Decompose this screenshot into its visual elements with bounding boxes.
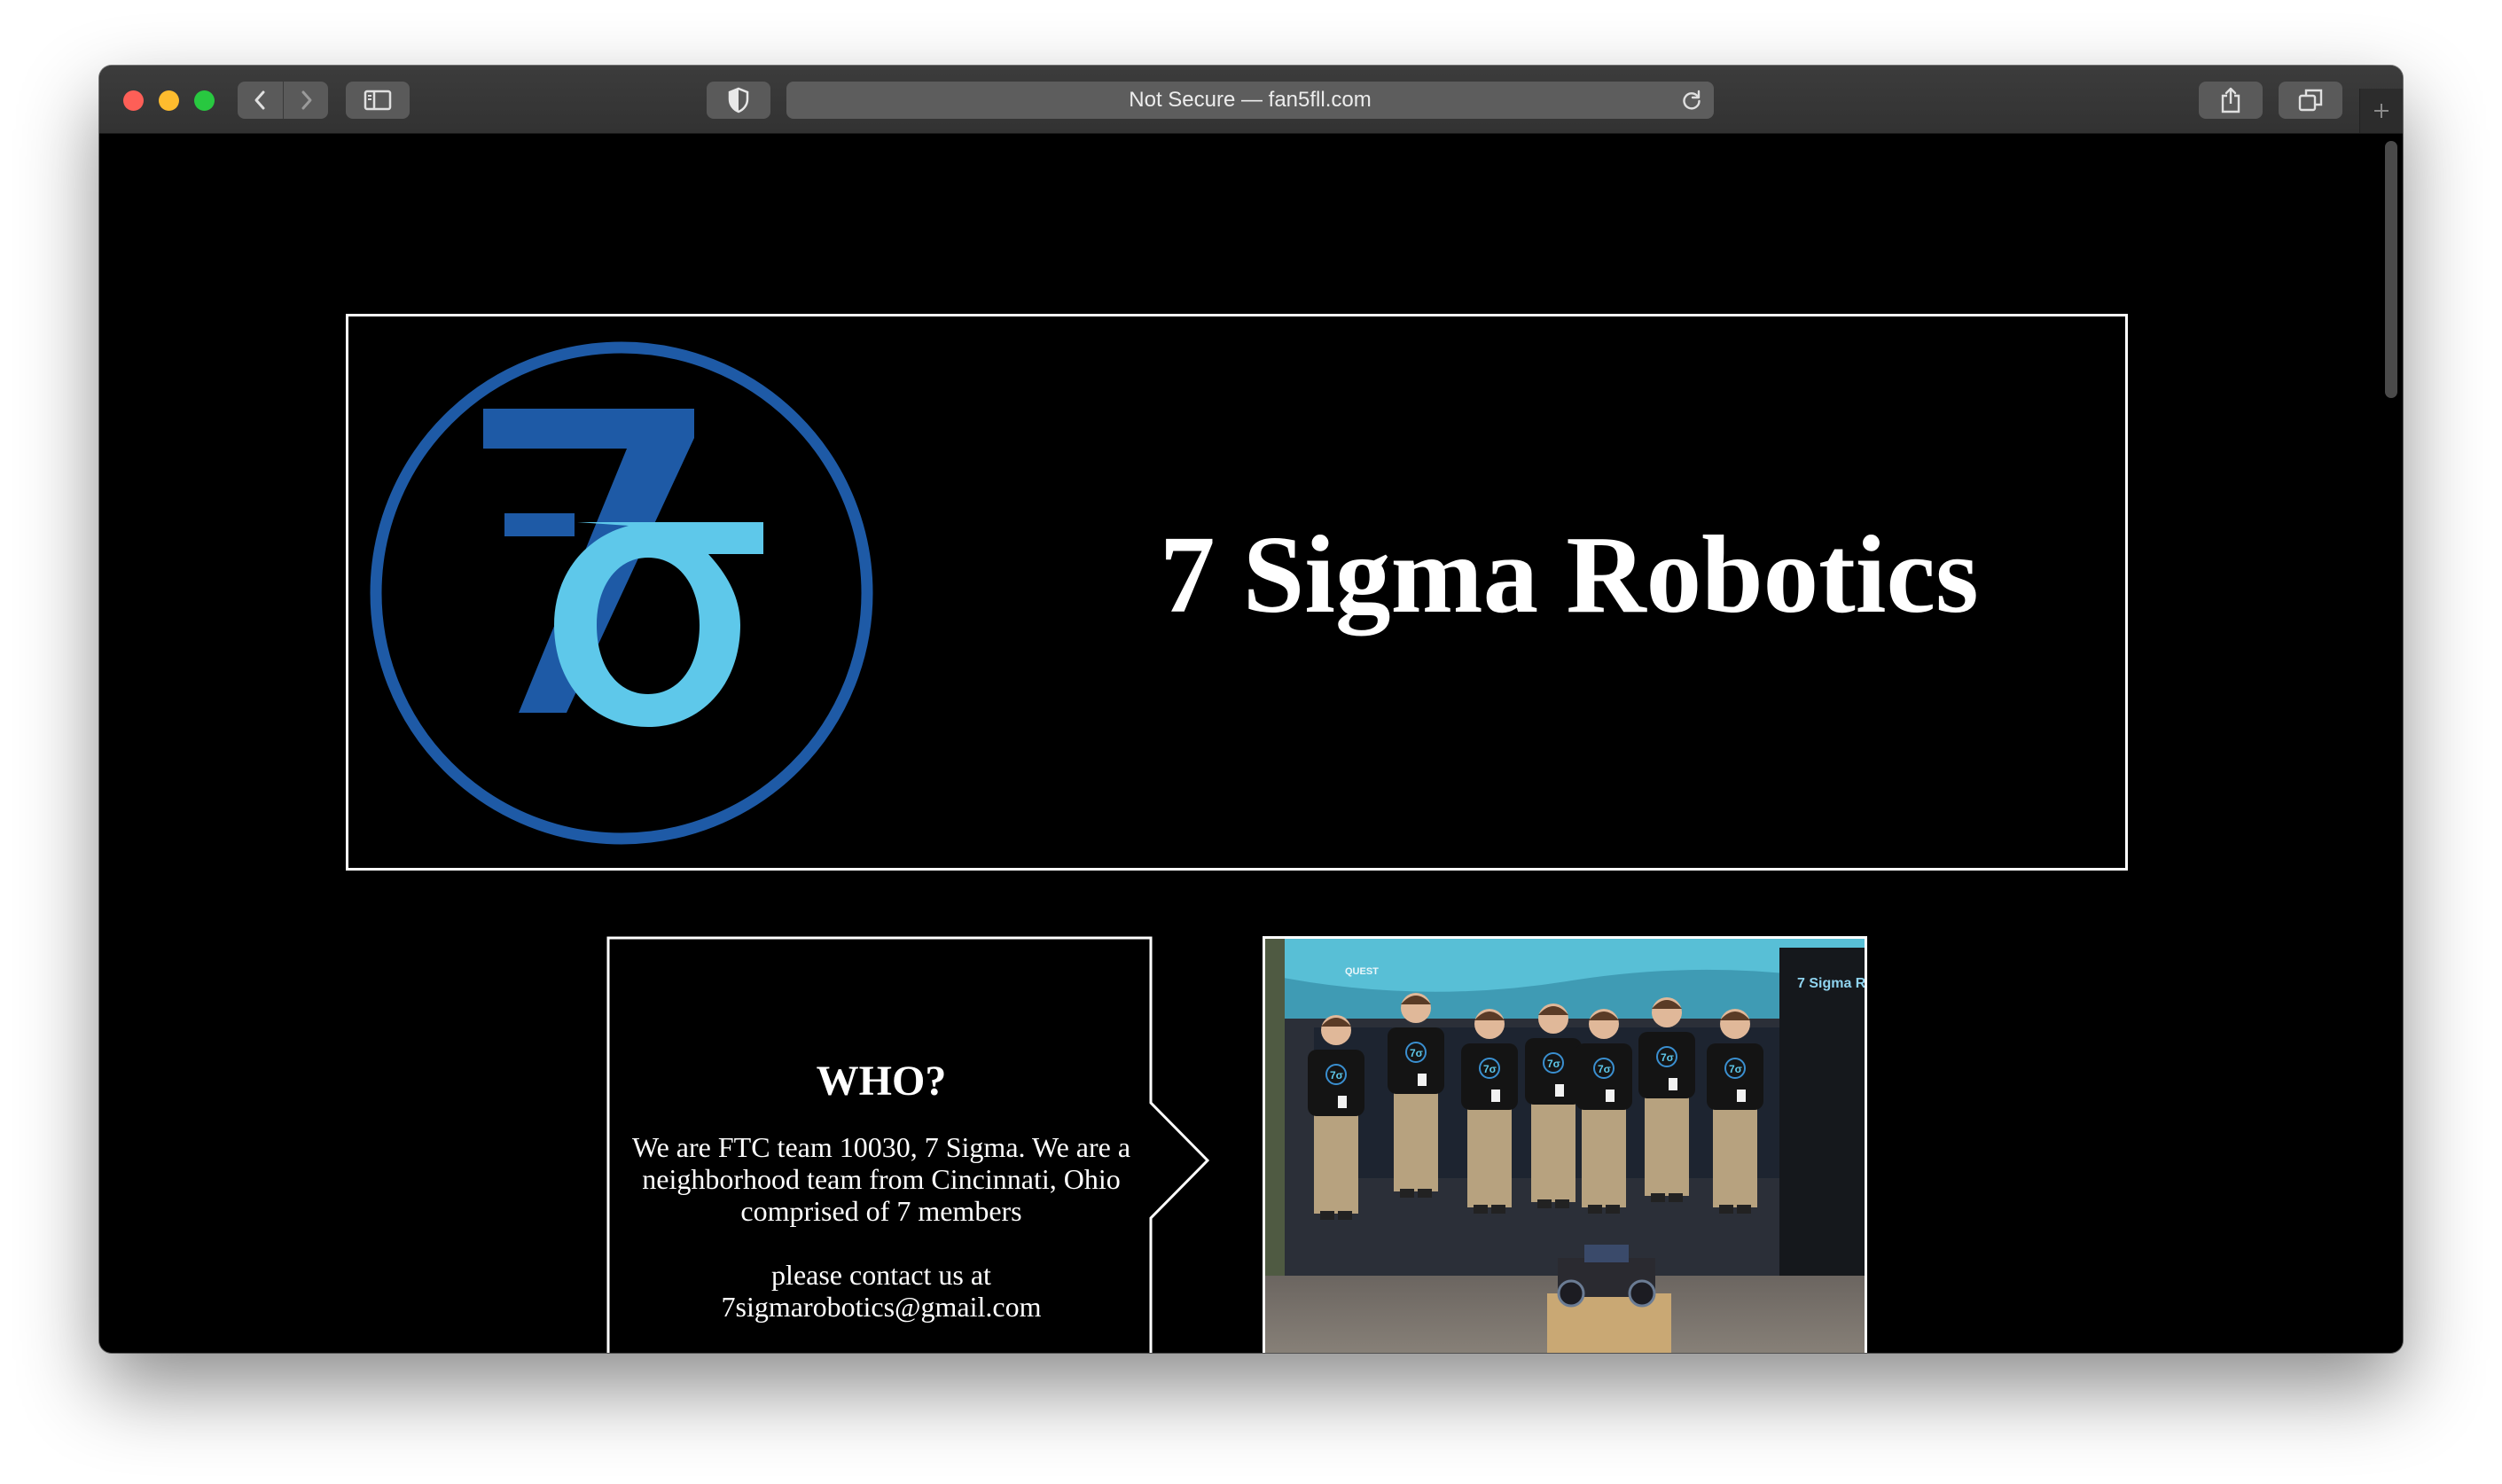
privacy-report-button[interactable]: [707, 82, 770, 119]
shirt-logo-text: 7σ: [1547, 1058, 1560, 1070]
zoom-window-button[interactable]: [194, 90, 215, 111]
team-photo-image: 7 Sigma R QUEST 7σ 7σ 7σ 7σ 7σ 7σ 7σ: [1265, 939, 1865, 1353]
shield-icon: [728, 87, 749, 113]
close-window-button[interactable]: [123, 90, 144, 111]
who-content: WHO? We are FTC team 10030, 7 Sigma. We …: [624, 936, 1138, 1324]
sidebar-button[interactable]: [346, 82, 410, 119]
chevron-left-icon: [254, 90, 264, 110]
contact-label: please contact us at: [771, 1259, 991, 1291]
team-photo: 7 Sigma R QUEST 7σ 7σ 7σ 7σ 7σ 7σ 7σ: [1263, 936, 1867, 1353]
chevron-right-icon: [301, 90, 311, 110]
address-bar[interactable]: Not Secure — fan5fll.com: [786, 82, 1714, 119]
vertical-scrollbar[interactable]: [2385, 141, 2397, 398]
shirt-logo-text: 7σ: [1598, 1063, 1611, 1075]
web-page-content: 7 Sigma Robotics WHO? We are FTC team 10…: [99, 134, 2403, 1353]
team-logo[interactable]: [364, 336, 879, 850]
share-icon: [2221, 87, 2240, 113]
browser-window: Not Secure — fan5fll.com 7 Sigma Robotic…: [99, 66, 2403, 1353]
contact-email-link[interactable]: 7sigmarobotics@gmail.com: [624, 1291, 1138, 1323]
header-banner: 7 Sigma Robotics: [346, 314, 2128, 871]
history-navigation: [238, 82, 328, 119]
who-description: We are FTC team 10030, 7 Sigma. We are a…: [631, 1131, 1131, 1227]
browser-toolbar: Not Secure — fan5fll.com: [99, 66, 2403, 134]
shirt-logo-text: 7σ: [1661, 1051, 1674, 1064]
site-title: 7 Sigma Robotics: [1160, 514, 1979, 637]
share-button[interactable]: [2199, 82, 2263, 119]
new-tab-button[interactable]: [2359, 89, 2403, 133]
tab-overview-button[interactable]: [2279, 82, 2342, 119]
sidebar-icon: [364, 90, 392, 111]
who-heading: WHO?: [816, 1058, 947, 1105]
contact-info: please contact us at 7sigmarobotics@gmai…: [624, 1259, 1138, 1323]
shirt-logo-text: 7σ: [1410, 1047, 1423, 1059]
photo-banner-text: 7 Sigma R: [1797, 976, 1865, 991]
back-button[interactable]: [238, 82, 283, 119]
minimize-window-button[interactable]: [159, 90, 179, 111]
shirt-logo-text: 7σ: [1330, 1069, 1343, 1082]
reload-icon[interactable]: [1680, 89, 1703, 112]
tabs-icon: [2298, 89, 2323, 112]
plus-icon: [2374, 104, 2389, 118]
forward-button[interactable]: [283, 82, 328, 119]
photo-sign-text: QUEST: [1345, 966, 1379, 977]
shirt-logo-text: 7σ: [1729, 1063, 1742, 1075]
shirt-logo-text: 7σ: [1483, 1063, 1497, 1075]
logo-sigma: [554, 522, 763, 727]
address-text: Not Secure — fan5fll.com: [1129, 88, 1372, 112]
who-panel: WHO? We are FTC team 10030, 7 Sigma. We …: [606, 936, 1218, 1353]
